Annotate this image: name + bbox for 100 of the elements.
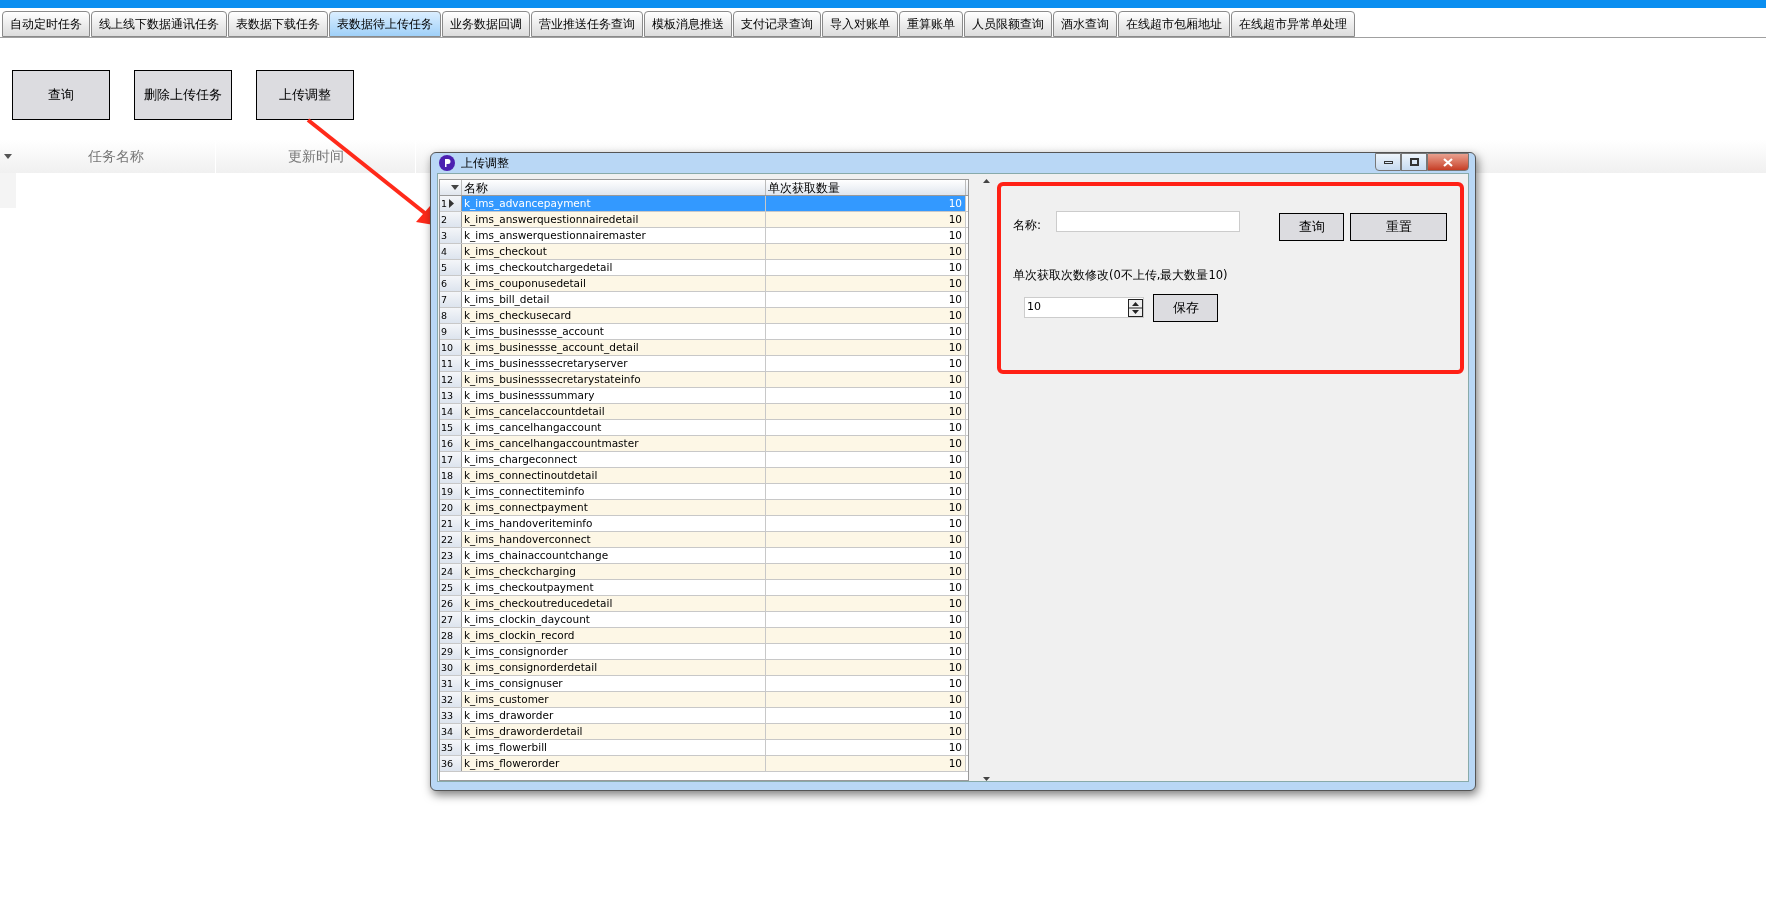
table-cell: 10 xyxy=(948,373,962,385)
row-number: 11 xyxy=(441,357,454,371)
table-cell: 10 xyxy=(948,405,962,417)
dialog-title: 上传调整 xyxy=(461,155,509,172)
dropdown-icon[interactable] xyxy=(451,185,459,190)
close-icon xyxy=(1443,157,1453,167)
table-cell: k_ims_flowerorder xyxy=(464,757,560,769)
row-number: 14 xyxy=(441,405,454,419)
table-cell: 10 xyxy=(948,597,962,609)
tab[interactable]: 自动定时任务 xyxy=(2,11,90,37)
tab[interactable]: 导入对账单 xyxy=(822,11,898,37)
table-cell: k_ims_clockin_record xyxy=(464,629,575,641)
query-button[interactable]: 查询 xyxy=(1279,213,1344,241)
table-cell: 10 xyxy=(948,277,962,289)
tab[interactable]: 重算账单 xyxy=(899,11,963,37)
table-cell: 10 xyxy=(948,229,962,241)
close-button[interactable] xyxy=(1427,153,1469,171)
row-number: 3 xyxy=(441,229,448,243)
row-number: 34 xyxy=(441,725,454,739)
table-cell: k_ims_couponusedetail xyxy=(464,277,586,289)
minimize-button[interactable] xyxy=(1375,153,1401,171)
tab[interactable]: 营业推送任务查询 xyxy=(531,11,643,37)
tab[interactable]: 表数据待上传任务 xyxy=(329,11,441,37)
row-number: 7 xyxy=(441,293,448,307)
tab[interactable]: 支付记录查询 xyxy=(733,11,821,37)
table-cell: 10 xyxy=(948,661,962,673)
tab[interactable]: 表数据下载任务 xyxy=(228,11,328,37)
reset-button[interactable]: 重置 xyxy=(1350,213,1447,241)
table-cell: 10 xyxy=(948,197,962,209)
table-cell: k_ims_consignorderdetail xyxy=(464,661,598,673)
name-field[interactable] xyxy=(1056,211,1240,232)
row-number: 33 xyxy=(441,709,454,723)
column-header: 任务名称 xyxy=(87,147,144,166)
tab[interactable]: 业务数据回调 xyxy=(442,11,530,37)
scroll-down-icon[interactable] xyxy=(982,777,990,781)
row-number: 10 xyxy=(441,341,454,355)
row-number: 16 xyxy=(441,437,454,451)
row-number: 28 xyxy=(441,629,454,643)
spinner-arrows-icon[interactable] xyxy=(1128,298,1143,317)
tab[interactable]: 人员限额查询 xyxy=(964,11,1052,37)
tab[interactable]: 线上线下数据通讯任务 xyxy=(91,11,227,37)
app-logo-icon xyxy=(439,155,455,171)
tab[interactable]: 在线超市包厢地址 xyxy=(1118,11,1230,37)
table-cell: 10 xyxy=(948,453,962,465)
table-cell: k_ims_businesssecretaryserver xyxy=(464,357,628,369)
row-number: 27 xyxy=(441,613,454,627)
row-number: 30 xyxy=(441,661,454,675)
table-cell: k_ims_advancepayment xyxy=(464,197,591,209)
row-number: 9 xyxy=(441,325,448,339)
row-number: 15 xyxy=(441,421,454,435)
row-number: 19 xyxy=(441,485,454,499)
table-cell: 10 xyxy=(948,293,962,305)
hint-text: 单次获取次数修改(0不上传,最大数量10) xyxy=(1013,267,1228,284)
row-number: 4 xyxy=(441,245,448,259)
toolbar-button[interactable]: 上传调整 xyxy=(256,70,354,120)
dropdown-icon[interactable] xyxy=(4,154,12,159)
row-number: 36 xyxy=(441,757,454,771)
toolbar-button[interactable]: 删除上传任务 xyxy=(134,70,232,120)
save-button[interactable]: 保存 xyxy=(1153,294,1218,322)
row-number: 12 xyxy=(441,373,454,387)
tab[interactable]: 酒水查询 xyxy=(1053,11,1117,37)
table-cell: 10 xyxy=(948,261,962,273)
table-cell: k_ims_chainaccountchange xyxy=(464,549,609,561)
table-cell: 10 xyxy=(948,485,962,497)
table-cell: k_ims_chargeconnect xyxy=(464,453,578,465)
table-cell: 10 xyxy=(948,613,962,625)
table-cell: k_ims_consignuser xyxy=(464,677,563,689)
row-number: 31 xyxy=(441,677,454,691)
table-cell: 10 xyxy=(948,357,962,369)
row-number: 22 xyxy=(441,533,454,547)
table-cell: k_ims_checkusecard xyxy=(464,309,572,321)
toolbar-button[interactable]: 查询 xyxy=(12,70,110,120)
row-number: 5 xyxy=(441,261,448,275)
table-cell: k_ims_answerquestionnairemaster xyxy=(464,229,646,241)
row-number: 29 xyxy=(441,645,454,659)
table-cell: k_ims_checkoutpayment xyxy=(464,581,594,593)
table-cell: 10 xyxy=(948,693,962,705)
row-number: 13 xyxy=(441,389,454,403)
table-cell: k_ims_cancelhangaccount xyxy=(464,421,602,433)
row-pointer-icon xyxy=(449,199,455,208)
table-cell: 10 xyxy=(948,245,962,257)
row-number: 35 xyxy=(441,741,454,755)
scroll-up-icon[interactable] xyxy=(982,179,990,183)
table-cell: k_ims_cancelhangaccountmaster xyxy=(464,437,639,449)
column-header: 单次获取数量 xyxy=(768,181,840,194)
table-cell: 10 xyxy=(948,565,962,577)
table-cell: k_ims_draworderdetail xyxy=(464,725,583,737)
table-cell: 10 xyxy=(948,677,962,689)
table-cell: k_ims_cancelaccountdetail xyxy=(464,405,605,417)
maximize-button[interactable] xyxy=(1401,153,1427,171)
table-cell: k_ims_flowerbill xyxy=(464,741,547,753)
table-cell: k_ims_bill_detail xyxy=(464,293,550,305)
table-cell: k_ims_connectpayment xyxy=(464,501,588,513)
count-spinner[interactable]: 10 xyxy=(1024,297,1144,318)
tab[interactable]: 在线超市异常单处理 xyxy=(1231,11,1355,37)
table-cell: k_ims_handoverconnect xyxy=(464,533,591,545)
table-cell: k_ims_answerquestionnairedetail xyxy=(464,213,639,225)
table-cell: 10 xyxy=(948,533,962,545)
table-cell: k_ims_businesssecretarystateinfo xyxy=(464,373,641,385)
tab[interactable]: 模板消息推送 xyxy=(644,11,732,37)
